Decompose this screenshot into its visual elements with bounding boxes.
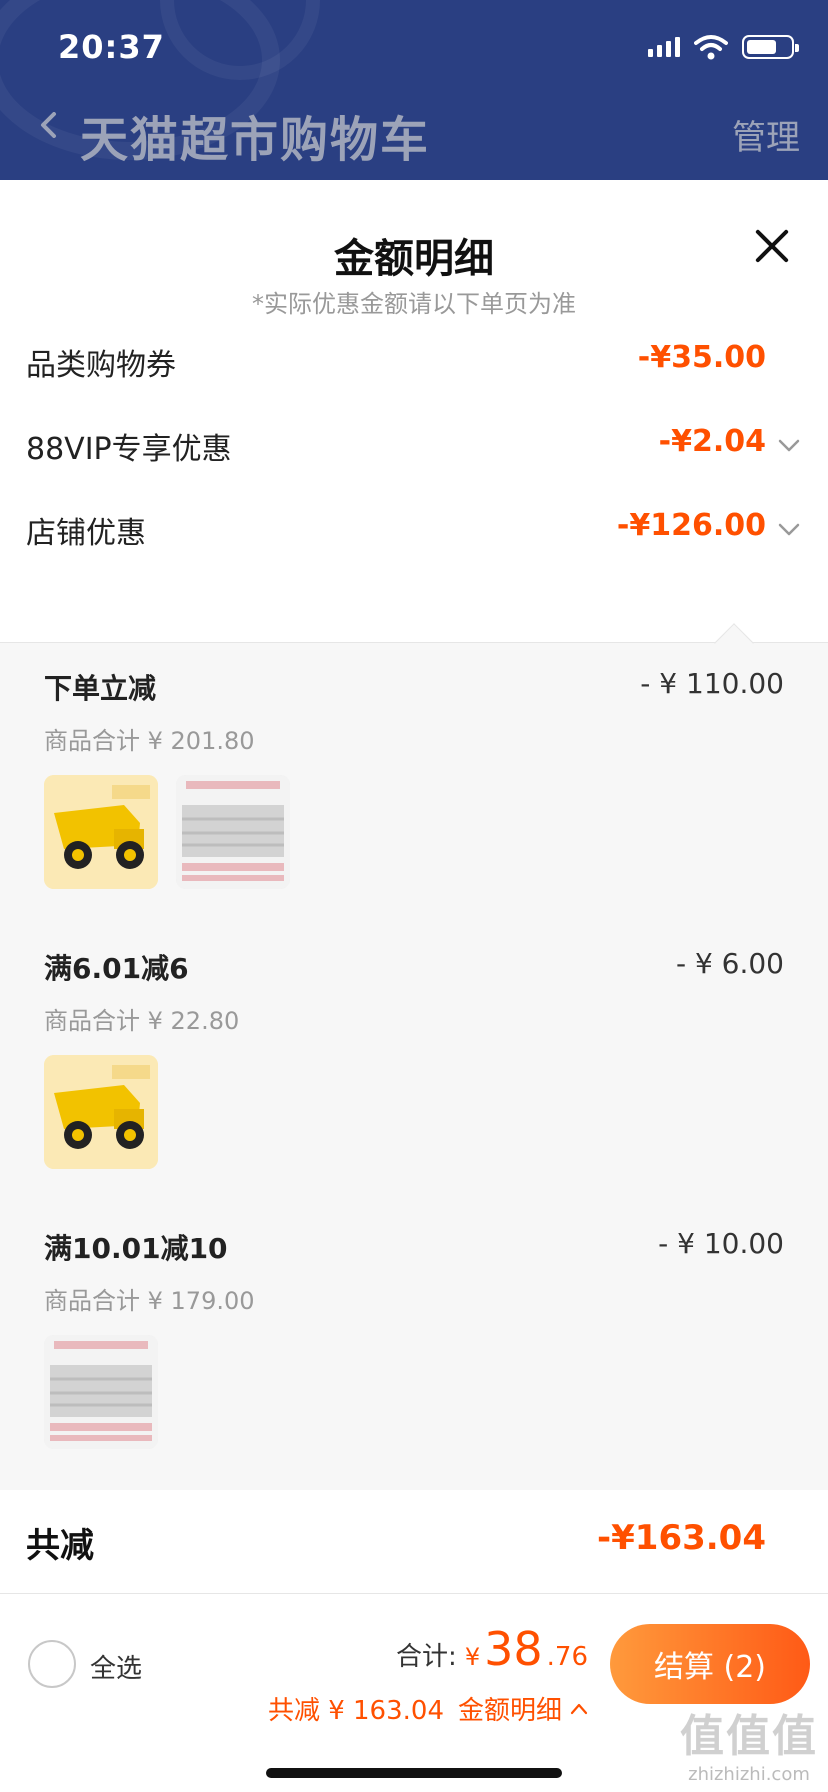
signal-icon (648, 37, 680, 57)
select-all-label[interactable]: 全选 (90, 1648, 142, 1685)
chevron-down-icon[interactable] (778, 518, 800, 540)
page-title: 天猫超市购物车 (80, 112, 431, 168)
sum-integer: 38 (484, 1622, 543, 1676)
discount-subtotal: 商品合计 ¥ 179.00 (44, 1287, 255, 1315)
sheet-subtitle: *实际优惠金额请以下单页为准 (252, 290, 576, 318)
home-indicator (266, 1768, 562, 1778)
total-discount-row: 共减 -¥163.04 (0, 1490, 828, 1594)
store-discount-details: 下单立减 - ¥ 110.00 商品合计 ¥ 201.80 满6.01减6 - … (0, 623, 828, 1490)
store-discount-row[interactable]: 店铺优惠 -¥126.00 (0, 498, 828, 558)
sum-currency: ¥ (464, 1643, 481, 1671)
discount-amount: - ¥ 6.00 (675, 947, 784, 980)
vip-discount-row[interactable]: 88VIP专享优惠 -¥2.04 (0, 414, 828, 474)
bedding-thumbnail[interactable] (176, 775, 290, 889)
row-amount: -¥126.00 (616, 508, 766, 543)
discount-name: 下单立减 (44, 672, 157, 705)
sum-decimal: .76 (546, 1642, 588, 1672)
close-icon[interactable] (752, 226, 792, 266)
bedding-thumbnail[interactable] (44, 1335, 158, 1449)
truck-toy-thumbnail[interactable] (44, 1055, 158, 1169)
watermark-url: zhizhizhi.com (688, 1764, 810, 1785)
amount-detail-link[interactable]: 金额明细 (458, 1690, 588, 1727)
discount-subtotal: 商品合计 ¥ 201.80 (44, 727, 255, 755)
chevron-down-icon[interactable] (778, 434, 800, 456)
discount-amount: - ¥ 110.00 (640, 667, 784, 700)
total-label: 共减 (26, 1526, 94, 1566)
discount-subtotal: 商品合计 ¥ 22.80 (44, 1007, 240, 1035)
detail-link-label: 金额明细 (457, 1696, 562, 1726)
panel-pointer (714, 623, 754, 663)
wifi-icon (694, 35, 728, 60)
product-thumbnails (44, 1335, 158, 1449)
checkout-button[interactable]: 结算 (2) (610, 1624, 810, 1704)
saved-text: 共减 ¥ 163.04 (267, 1696, 444, 1726)
app-header: 20:37 天猫超市购物车 管理 (0, 0, 828, 180)
discount-amount: - ¥ 10.00 (658, 1227, 784, 1260)
battery-icon (742, 35, 799, 59)
row-label: 店铺优惠 (26, 516, 146, 551)
watermark: 值值值 zhizhizhi.com (680, 1700, 818, 1785)
status-icons (648, 34, 799, 60)
row-amount: -¥2.04 (658, 424, 766, 459)
row-amount: -¥35.00 (637, 340, 766, 375)
total-price: 合计: ¥ 38 .76 (396, 1622, 588, 1676)
watermark-logo: 值值值 (680, 1711, 818, 1762)
status-time: 20:37 (58, 28, 165, 66)
discount-name: 满10.01减10 (44, 1232, 228, 1265)
select-all-checkbox[interactable] (28, 1640, 76, 1688)
truck-toy-thumbnail[interactable] (44, 775, 158, 889)
sheet-title: 金额明细 (334, 236, 494, 282)
discount-name: 满6.01减6 (44, 952, 189, 985)
coupon-row: 品类购物券 -¥35.00 (0, 330, 828, 390)
saved-summary: 共减 ¥ 163.04 金额明细 (268, 1690, 588, 1727)
row-label: 品类购物券 (26, 348, 176, 383)
back-arrow-icon[interactable] (36, 112, 62, 138)
total-amount: -¥163.04 (597, 1518, 766, 1558)
product-thumbnails (44, 775, 290, 889)
chevron-up-icon (570, 1703, 588, 1714)
sum-label: 合计: (396, 1642, 457, 1672)
product-thumbnails (44, 1055, 158, 1169)
row-label: 88VIP专享优惠 (26, 432, 232, 467)
amount-detail-sheet: 金额明细 *实际优惠金额请以下单页为准 品类购物券 -¥35.00 88VIP专… (0, 180, 828, 1792)
manage-button[interactable]: 管理 (732, 110, 800, 159)
